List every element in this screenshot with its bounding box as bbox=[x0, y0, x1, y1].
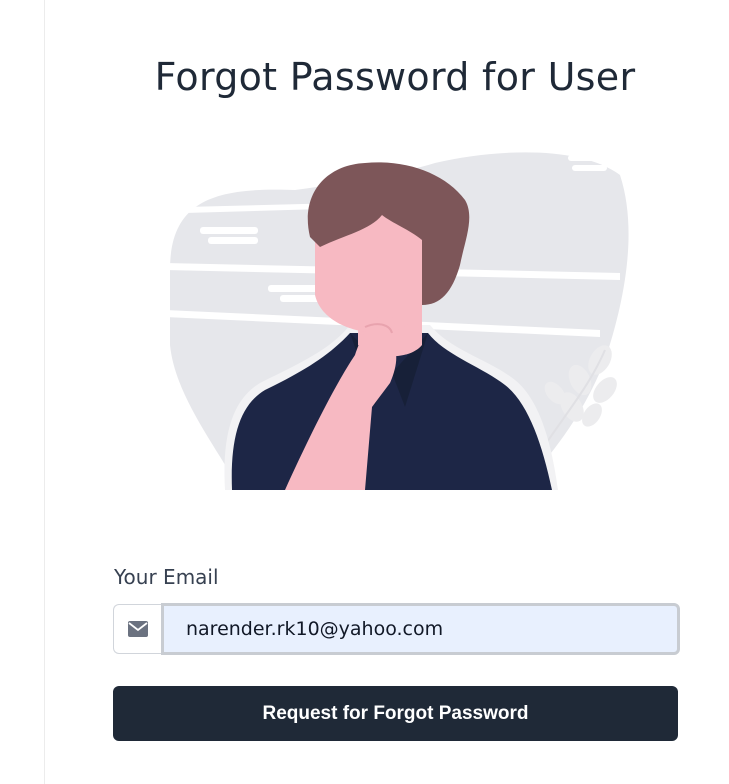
forgot-password-page: Forgot Password for User Your Email nare… bbox=[0, 0, 729, 784]
page-title: Forgot Password for User bbox=[154, 55, 636, 100]
email-input[interactable] bbox=[161, 603, 680, 655]
page-divider bbox=[44, 0, 45, 784]
envelope-icon bbox=[113, 604, 161, 654]
request-forgot-password-button[interactable]: Request for Forgot Password bbox=[113, 686, 678, 741]
person-thinking-illustration bbox=[165, 152, 629, 490]
email-input-group bbox=[113, 603, 680, 655]
email-label: Your Email bbox=[114, 565, 219, 589]
